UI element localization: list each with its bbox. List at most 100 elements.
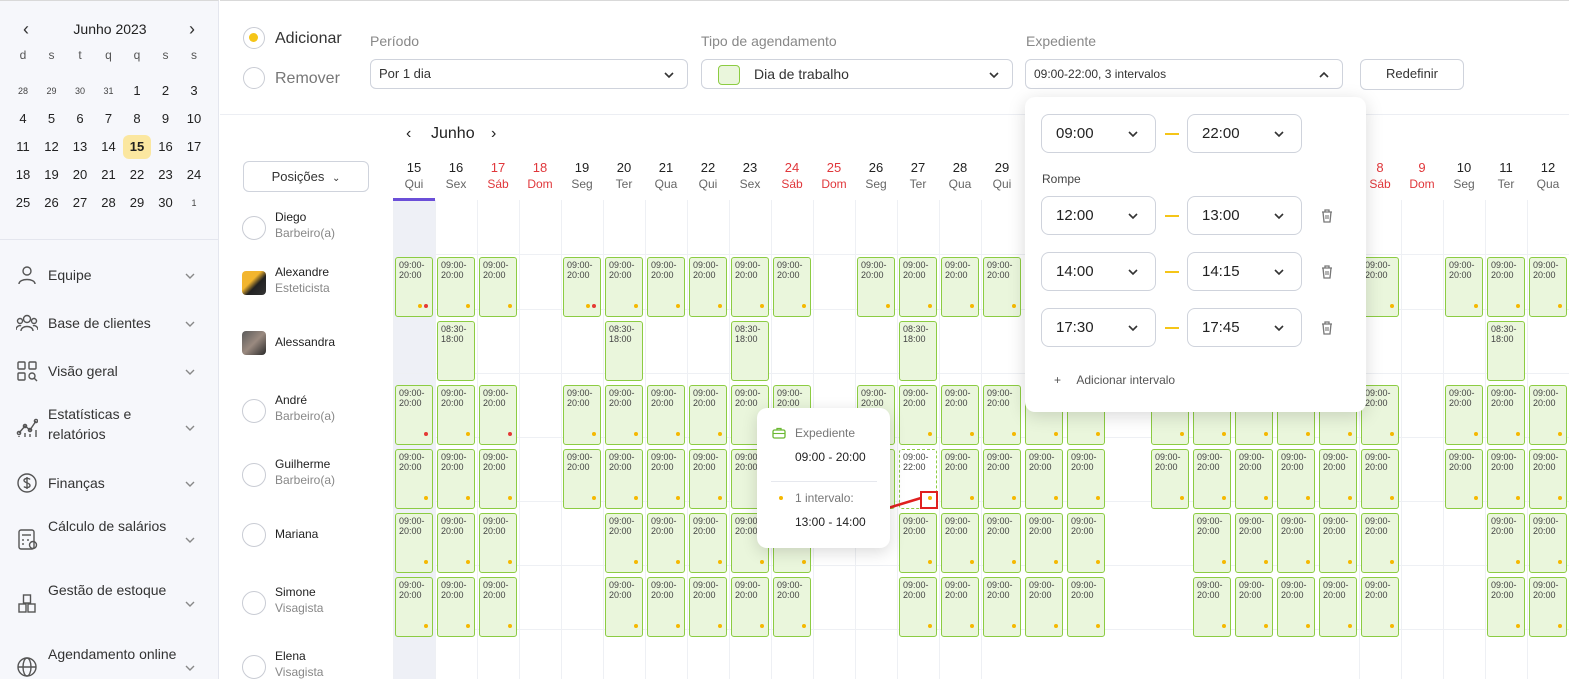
shift-cell[interactable]: 09:00-20:00 (1235, 577, 1273, 637)
start-time-select[interactable]: 09:00 (1041, 114, 1156, 153)
day-header[interactable]: 17 Sáb (477, 160, 519, 192)
day-header[interactable]: 15 Qui (393, 160, 435, 201)
shift-cell[interactable]: 09:00-20:00 (941, 385, 979, 445)
day-header[interactable]: 12 Qua (1527, 160, 1569, 192)
break-start-select[interactable]: 17:30 (1041, 308, 1156, 347)
shift-cell[interactable]: 09:00-20:00 (689, 449, 727, 509)
mini-calendar-today[interactable]: 15 (123, 135, 151, 159)
shift-cell[interactable]: 09:00-20:00 (605, 577, 643, 637)
shift-cell[interactable]: 09:00-20:00 (689, 577, 727, 637)
day-header[interactable]: 24 Sáb (771, 160, 813, 192)
mini-calendar-day[interactable]: 4 (9, 107, 37, 131)
shift-cell[interactable]: 09:00-20:00 (1319, 449, 1357, 509)
day-header[interactable]: 28 Qua (939, 160, 981, 192)
shift-cell[interactable]: 09:00-20:00 (1529, 385, 1567, 445)
break-end-select[interactable]: 17:45 (1187, 308, 1302, 347)
employee-mariana[interactable]: Mariana (242, 521, 392, 561)
mini-calendar-day[interactable]: 7 (95, 107, 123, 131)
employee-andre[interactable]: André Barbeiro(a) (242, 393, 392, 433)
day-header[interactable]: 21 Qua (645, 160, 687, 192)
sidebar-item-base[interactable]: Base de clientes (0, 312, 219, 336)
shift-cell[interactable]: 09:00-20:00 (437, 257, 475, 317)
shift-cell[interactable]: 09:00-20:00 (899, 257, 937, 317)
shift-cell[interactable]: 09:00-20:00 (1445, 385, 1483, 445)
hours-select[interactable]: 09:00-22:00, 3 intervalos (1025, 59, 1343, 89)
shift-cell[interactable]: 09:00-20:00 (437, 385, 475, 445)
shift-cell[interactable]: 09:00-20:00 (395, 577, 433, 637)
mini-calendar-day[interactable]: 5 (38, 107, 66, 131)
mini-calendar-day[interactable]: 6 (66, 107, 94, 131)
employee-diego[interactable]: Diego Barbeiro(a) (242, 210, 392, 250)
day-header[interactable]: 10 Seg (1443, 160, 1485, 192)
shift-cell[interactable]: 09:00-20:00 (1193, 513, 1231, 573)
break-end-select[interactable]: 13:00 (1187, 196, 1302, 235)
shift-cell[interactable]: 09:00-20:00 (395, 449, 433, 509)
shift-cell[interactable]: 09:00-20:00 (1529, 257, 1567, 317)
shift-cell[interactable]: 09:00-20:00 (563, 257, 601, 317)
mini-calendar-day[interactable]: 2 (152, 79, 180, 103)
shift-cell[interactable]: 09:00-20:00 (983, 577, 1021, 637)
period-select[interactable]: Por 1 dia (370, 59, 688, 89)
shift-cell[interactable]: 09:00-20:00 (479, 257, 517, 317)
day-header[interactable]: 16 Sex (435, 160, 477, 192)
shift-cell[interactable]: 09:00-20:00 (1277, 449, 1315, 509)
break-start-select[interactable]: 14:00 (1041, 252, 1156, 291)
shift-cell[interactable]: 09:00-20:00 (1529, 577, 1567, 637)
mini-calendar-day[interactable]: 29 (38, 79, 66, 103)
shift-cell[interactable]: 09:00-20:00 (647, 385, 685, 445)
shift-cell[interactable]: 09:00-20:00 (689, 257, 727, 317)
shift-cell[interactable]: 08:30-18:00 (1487, 321, 1525, 381)
shift-cell[interactable]: 09:00-20:00 (1067, 449, 1105, 509)
shift-cell[interactable]: 09:00-20:00 (1487, 513, 1525, 573)
mini-calendar-day[interactable]: 1 (180, 191, 208, 215)
break-end-select[interactable]: 14:15 (1187, 252, 1302, 291)
day-header[interactable]: 25 Dom (813, 160, 855, 192)
day-header[interactable]: 20 Ter (603, 160, 645, 192)
employee-alessandra[interactable]: Alessandra (242, 329, 392, 369)
shift-cell[interactable]: 09:00-20:00 (1067, 513, 1105, 573)
employee-alexandre[interactable]: Alexandre Esteticista (242, 265, 392, 305)
shift-cell[interactable]: 09:00-20:00 (1193, 577, 1231, 637)
shift-cell[interactable]: 09:00-20:00 (605, 449, 643, 509)
mini-calendar-day[interactable]: 18 (9, 163, 37, 187)
shift-cell[interactable]: 09:00-20:00 (1193, 449, 1231, 509)
day-header[interactable]: 11 Ter (1485, 160, 1527, 192)
shift-cell[interactable]: 09:00-20:00 (899, 577, 937, 637)
shift-cell[interactable]: 09:00-20:00 (605, 513, 643, 573)
shift-cell[interactable]: 09:00-20:00 (983, 385, 1021, 445)
shift-cell[interactable]: 09:00-20:00 (1025, 449, 1063, 509)
sidebar-item-equipe[interactable]: Equipe (0, 264, 219, 288)
shift-cell[interactable]: 09:00-20:00 (1235, 449, 1273, 509)
add-radio[interactable] (243, 27, 265, 49)
shift-cell[interactable]: 09:00-20:00 (1487, 257, 1525, 317)
shift-cell[interactable]: 08:30-18:00 (437, 321, 475, 381)
employee-elena[interactable]: Elena Visagista (242, 649, 392, 679)
shift-cell[interactable]: 09:00-20:00 (647, 513, 685, 573)
day-header[interactable]: 9 Dom (1401, 160, 1443, 192)
shift-cell[interactable]: 09:00-20:00 (479, 513, 517, 573)
shift-cell[interactable]: 09:00-20:00 (479, 449, 517, 509)
sidebar-item-agendamento[interactable]: Agendamento online (0, 646, 219, 679)
end-time-select[interactable]: 22:00 (1187, 114, 1302, 153)
shift-cell[interactable]: 09:00-20:00 (1445, 257, 1483, 317)
day-header[interactable]: 22 Qui (687, 160, 729, 192)
day-header[interactable]: 27 Ter (897, 160, 939, 192)
reset-button[interactable]: Redefinir (1360, 59, 1464, 90)
trash-icon[interactable] (1320, 264, 1334, 280)
shift-cell[interactable]: 09:00-20:00 (1319, 513, 1357, 573)
shift-cell[interactable]: 09:00-20:00 (941, 257, 979, 317)
shift-cell[interactable]: 09:00-20:00 (1235, 513, 1273, 573)
shift-cell[interactable]: 09:00-20:00 (1487, 577, 1525, 637)
shift-cell[interactable]: 09:00-20:00 (731, 257, 769, 317)
mini-calendar-day[interactable]: 11 (9, 135, 37, 159)
mini-calendar-day[interactable]: 26 (38, 191, 66, 215)
mini-calendar-day[interactable]: 22 (123, 163, 151, 187)
shift-cell[interactable]: 09:00-20:00 (1277, 513, 1315, 573)
mini-calendar-day[interactable]: 31 (95, 79, 123, 103)
shift-cell[interactable]: 09:00-20:00 (605, 385, 643, 445)
shift-cell[interactable]: 09:00-20:00 (1319, 577, 1357, 637)
shift-cell[interactable]: 09:00-20:00 (731, 577, 769, 637)
day-header[interactable]: 29 Qui (981, 160, 1023, 192)
sidebar-item-visao[interactable]: Visão geral (0, 360, 219, 384)
mini-calendar-day[interactable]: 27 (66, 191, 94, 215)
